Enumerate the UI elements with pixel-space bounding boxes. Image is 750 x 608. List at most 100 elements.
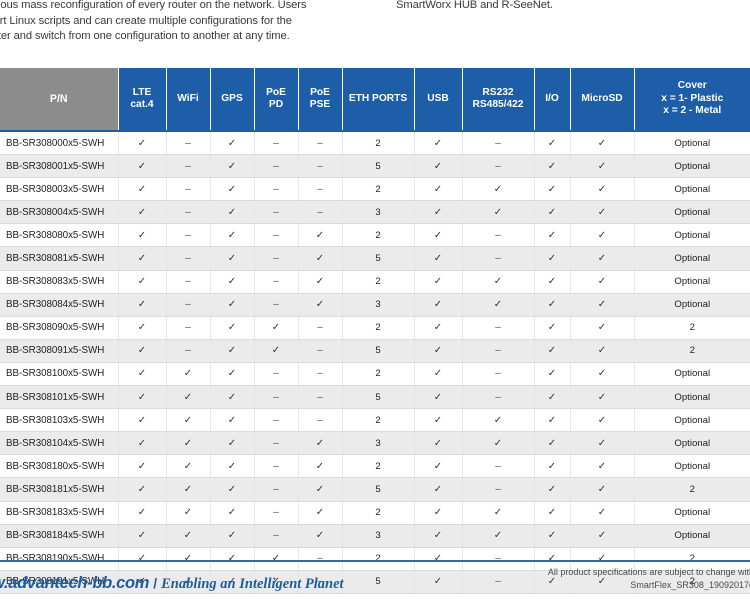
dash-icon: – [185, 276, 191, 288]
dash-icon: – [185, 253, 191, 265]
cell-rs: ✓ [461, 177, 534, 202]
check-icon: ✓ [183, 414, 193, 426]
table-header-row: P/N LTE cat.4 WiFi GPS PoE PD PoE PSE ET… [0, 68, 750, 132]
cell-wifi: ✓ [165, 362, 210, 387]
check-icon: ✓ [227, 414, 237, 426]
dash-icon: – [273, 414, 279, 426]
cell-lte: ✓ [117, 293, 166, 317]
cell-part-number: BB-SR308081x5-SWH [0, 246, 118, 271]
cell-microsd: ✓ [569, 316, 634, 340]
cell-microsd: ✓ [569, 454, 634, 479]
check-icon: ✓ [315, 253, 325, 265]
check-icon: ✓ [597, 530, 607, 542]
column-header-microsd: MicroSD [569, 68, 635, 132]
dash-icon: – [495, 391, 501, 403]
dash-icon: – [495, 322, 501, 334]
check-icon: ✓ [227, 322, 237, 334]
check-icon: ✓ [433, 206, 443, 218]
table-row: BB-SR308080x5-SWH ✓ – ✓ – ✓ 2 ✓ – ✓ ✓ Optional [0, 223, 750, 248]
cell-cover: Optional [633, 385, 750, 410]
cell-poe_pd: – [253, 477, 298, 502]
dash-icon: – [317, 183, 323, 195]
cell-poe_pse: ✓ [297, 293, 342, 317]
check-icon: ✓ [433, 137, 443, 149]
cell-cover: 2 [633, 316, 750, 340]
check-icon: ✓ [227, 368, 237, 380]
check-icon: ✓ [433, 460, 443, 472]
column-header-lte-sub: cat.4 [130, 99, 154, 110]
cell-lte: ✓ [117, 270, 166, 294]
cell-lte: ✓ [117, 362, 166, 387]
cell-wifi: – [165, 339, 210, 363]
dash-icon: – [495, 229, 501, 241]
cell-gps: ✓ [209, 339, 254, 363]
table-body: BB-SR308000x5-SWH ✓ – ✓ – –2 ✓ – ✓ ✓ Optional BB-SR… [0, 131, 750, 594]
table-row: BB-SR308100x5-SWH ✓ ✓ ✓ – – 2 ✓ – ✓ ✓ Optional [0, 362, 750, 387]
cell-lte: ✓ [117, 431, 166, 456]
cell-microsd: ✓ [569, 131, 634, 156]
column-header-poe-pse-label: PoE [310, 86, 330, 98]
cell-cover: Optional [633, 293, 750, 317]
check-icon: ✓ [597, 183, 607, 195]
cell-rs: – [461, 246, 534, 271]
column-header-cover: Cover x = 1- Plastic x = 2 - Metal [633, 68, 750, 132]
check-icon: ✓ [183, 391, 193, 403]
cell-cover: 2 [633, 339, 750, 363]
cell-lte: ✓ [117, 339, 166, 363]
cell-io: ✓ [533, 246, 570, 271]
dash-icon: – [495, 553, 501, 565]
brand-lockup: w.advantech-bb.com / Enabling an Intellige… [0, 574, 344, 593]
table-row: BB-SR308083x5-SWH ✓ – ✓ – ✓ 2 ✓ ✓ ✓ ✓ Optional [0, 270, 750, 294]
table-row: BB-SR308180x5-SWH ✓ ✓ ✓ – ✓ 2 ✓ – ✓ ✓ Optional [0, 454, 750, 479]
dash-icon: – [273, 483, 279, 495]
column-header-poe-pd: PoE PD [253, 68, 299, 132]
cell-part-number: BB-SR308091x5-SWH [0, 339, 118, 363]
cell-wifi: ✓ [165, 408, 210, 433]
cell-part-number: BB-SR308101x5-SWH [0, 385, 118, 410]
cell-io: ✓ [533, 270, 570, 294]
column-header-wifi-label: WiFi [177, 92, 199, 104]
check-icon: ✓ [597, 253, 607, 265]
cell-rs: – [461, 454, 534, 479]
document-code: SmartFlex_SR308_19092017d [630, 580, 750, 590]
cell-gps: ✓ [209, 131, 254, 156]
check-icon: ✓ [433, 160, 443, 172]
dash-icon: – [273, 460, 279, 472]
cell-io: ✓ [533, 154, 570, 179]
cell-wifi: – [165, 154, 210, 179]
check-icon: ✓ [547, 253, 557, 265]
website-link[interactable]: w.advantech-bb.com [0, 574, 149, 592]
table-row: BB-SR308104x5-SWH ✓ ✓ ✓ – ✓ 3 ✓ ✓ ✓ ✓ Optional [0, 431, 750, 456]
cell-usb: ✓ [413, 131, 462, 156]
check-icon: ✓ [315, 229, 325, 241]
cell-wifi: ✓ [165, 501, 210, 525]
cell-usb: ✓ [413, 223, 462, 248]
check-icon: ✓ [597, 368, 607, 380]
check-icon: ✓ [137, 299, 147, 311]
cell-poe_pse: ✓ [297, 246, 342, 271]
check-icon: ✓ [547, 483, 557, 495]
cell-wifi: – [165, 270, 210, 294]
check-icon: ✓ [547, 553, 557, 565]
cell-lte: ✓ [117, 131, 166, 156]
cell-part-number: BB-SR308000x5-SWH [0, 131, 118, 156]
cell-part-number: BB-SR308080x5-SWH [0, 223, 118, 248]
check-icon: ✓ [597, 483, 607, 495]
dash-icon: – [273, 276, 279, 288]
cell-cover: Optional [633, 454, 750, 479]
check-icon: ✓ [315, 299, 325, 311]
dash-icon: – [273, 437, 279, 449]
check-icon: ✓ [137, 368, 147, 380]
cell-part-number: BB-SR308003x5-SWH [0, 177, 118, 202]
table-header: P/N LTE cat.4 WiFi GPS PoE PD PoE PSE ET… [0, 68, 750, 132]
cell-poe_pse: – [297, 339, 342, 363]
check-icon: ✓ [547, 530, 557, 542]
cell-poe_pse: ✓ [297, 477, 342, 502]
dash-icon: – [495, 160, 501, 172]
column-header-gps: GPS [209, 68, 255, 132]
cell-io: ✓ [533, 501, 570, 525]
check-icon: ✓ [597, 460, 607, 472]
intro-right-column: SmartWorx HUB and R-SeeNet. [396, 0, 736, 14]
table-row: BB-SR308181x5-SWH ✓ ✓ ✓ – ✓ 5 ✓ – ✓ ✓ 2 [0, 477, 750, 502]
cell-eth: 2 [341, 270, 414, 294]
